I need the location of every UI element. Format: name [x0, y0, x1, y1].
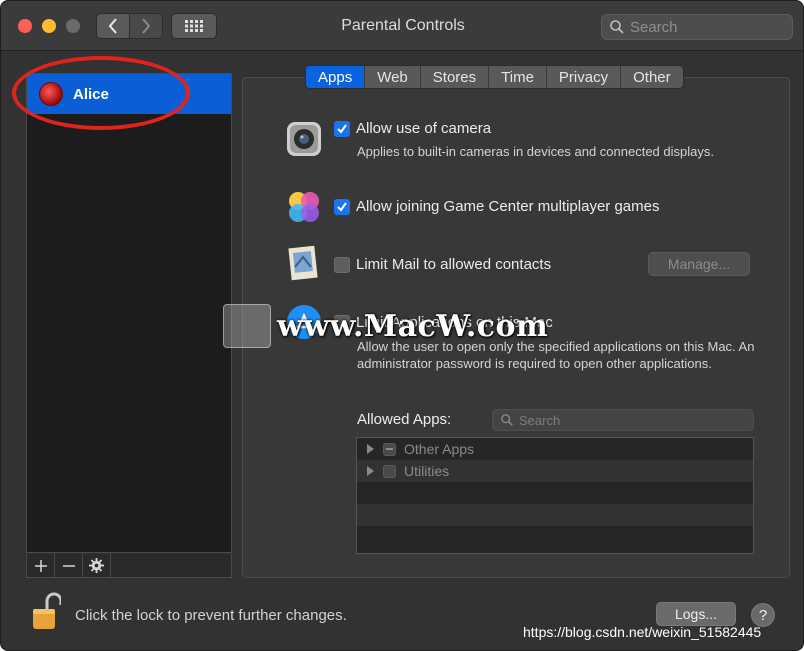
remove-user-button[interactable] [55, 554, 83, 577]
checkmark-icon [337, 124, 347, 134]
allowed-apps-list: Other Apps Utilities [356, 437, 754, 554]
camera-checkbox[interactable] [334, 121, 350, 137]
watermark: www.MacW.com [223, 303, 585, 349]
tab-stores[interactable]: Stores [421, 66, 490, 88]
list-item[interactable]: Other Apps [357, 438, 753, 460]
title-bar: Parental Controls Search [1, 1, 803, 51]
disclosure-triangle-icon[interactable] [367, 444, 374, 454]
search-icon [501, 414, 513, 426]
checkmark-icon [337, 202, 347, 212]
camera-icon [287, 122, 321, 156]
list-item-label: Other Apps [404, 441, 475, 457]
lock-icon[interactable] [31, 591, 61, 631]
lock-status-text: Click the lock to prevent further change… [75, 607, 347, 624]
item-checkbox[interactable] [383, 464, 396, 478]
allowed-apps-search-input[interactable]: Search [492, 409, 754, 431]
user-list-toolbar [26, 554, 232, 578]
camera-label: Allow use of camera [356, 120, 492, 137]
limit-mail-checkbox[interactable] [334, 257, 350, 273]
source-caption: https://blog.csdn.net/weixin_51582445 [523, 624, 762, 640]
empty-row [357, 504, 753, 526]
add-user-button[interactable] [27, 554, 55, 577]
tab-apps[interactable]: Apps [306, 66, 366, 88]
gear-icon [89, 558, 104, 573]
highlight-annotation-ring [12, 56, 190, 130]
plus-icon [34, 559, 47, 572]
minus-icon [62, 564, 75, 567]
tab-bar: Apps Web Stores Time Privacy Other [305, 65, 684, 89]
tab-web[interactable]: Web [365, 66, 421, 88]
search-input[interactable]: Search [601, 14, 793, 40]
watermark-text: www.MacW.com [277, 308, 549, 344]
game-center-icon [289, 192, 319, 222]
search-placeholder: Search [630, 18, 678, 36]
allowed-apps-label: Allowed Apps: [357, 411, 452, 428]
game-center-label: Allow joining Game Center multiplayer ga… [356, 198, 660, 215]
game-center-checkbox[interactable] [334, 199, 350, 215]
camera-description: Applies to built-in cameras in devices a… [357, 144, 714, 159]
disclosure-triangle-icon[interactable] [367, 466, 374, 476]
list-item[interactable]: Utilities [357, 460, 753, 482]
tab-time[interactable]: Time [489, 66, 547, 88]
tab-other[interactable]: Other [621, 66, 683, 88]
list-item-label: Utilities [404, 463, 450, 479]
parental-controls-window: Parental Controls Search Alice Apps Web … [0, 0, 804, 651]
mail-icon [288, 245, 318, 281]
tab-privacy[interactable]: Privacy [547, 66, 622, 88]
user-options-button[interactable] [83, 554, 111, 577]
allowed-apps-search-placeholder: Search [519, 412, 561, 428]
watermark-logo [223, 304, 271, 348]
empty-row [357, 526, 753, 548]
mixed-checkbox[interactable] [383, 442, 396, 456]
empty-row [357, 482, 753, 504]
search-icon [610, 20, 624, 34]
logs-button[interactable]: Logs... [656, 602, 736, 626]
user-list: Alice [26, 73, 232, 553]
manage-contacts-button[interactable]: Manage... [648, 252, 750, 276]
limit-mail-label: Limit Mail to allowed contacts [356, 256, 552, 273]
